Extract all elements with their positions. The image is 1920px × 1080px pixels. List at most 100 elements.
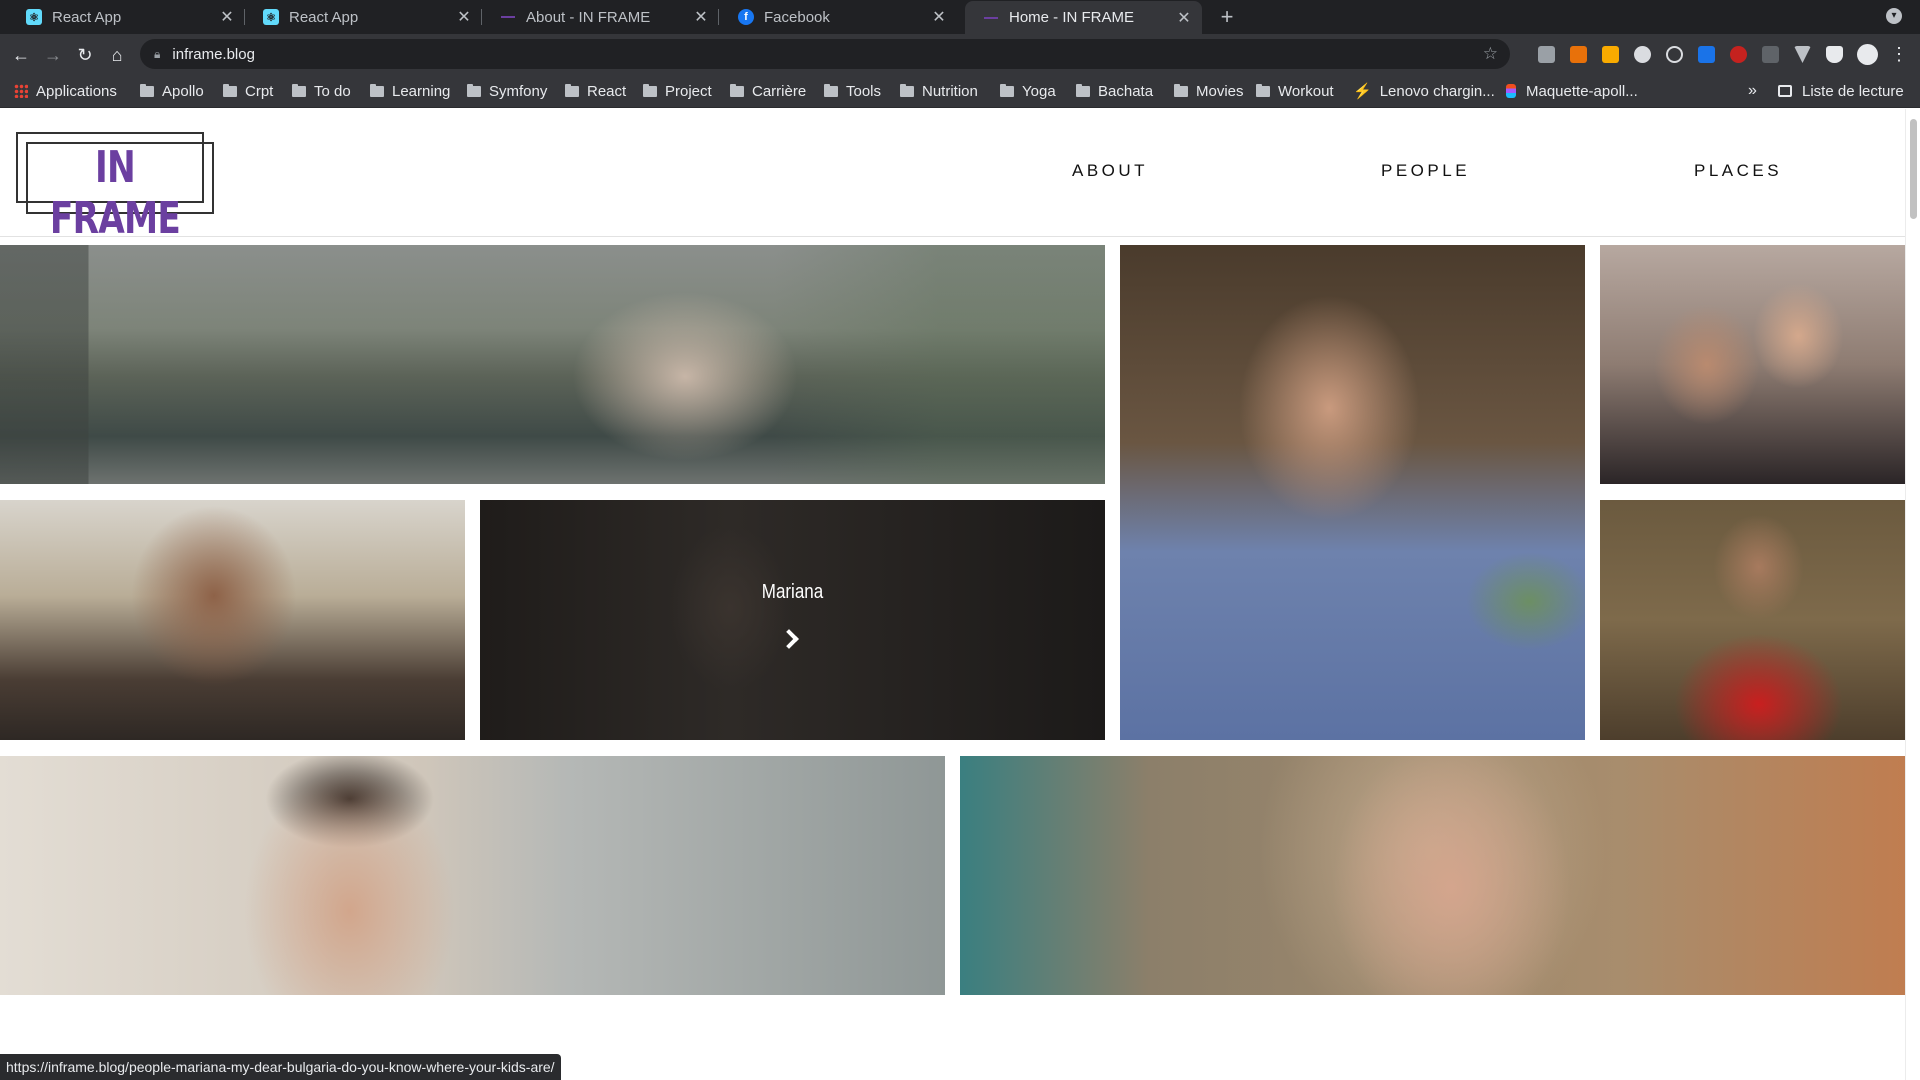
figma-icon — [1506, 84, 1516, 98]
photo-tile-man-portrait[interactable] — [0, 756, 945, 995]
bookmark-label: Workout — [1278, 82, 1334, 100]
photo-tile-mariana[interactable]: Mariana — [480, 500, 1105, 740]
logo-text: IN FRAME — [49, 142, 181, 244]
folder-icon — [140, 83, 154, 97]
bookmark-label: Learning — [392, 82, 451, 100]
folder-icon — [223, 83, 237, 97]
lock-icon[interactable]: 🔒︎ — [154, 47, 160, 62]
extension-icon[interactable] — [1762, 46, 1779, 63]
tab-facebook[interactable]: f Facebook ✕ — [720, 0, 957, 34]
tab-search-icon[interactable]: ▾ — [1886, 8, 1902, 24]
bookmark-folder[interactable]: Symfony — [467, 74, 547, 108]
tab-about-inframe[interactable]: About - IN FRAME ✕ — [482, 0, 719, 34]
folder-icon — [1174, 83, 1188, 97]
close-icon[interactable]: ✕ — [1176, 8, 1192, 28]
bookmark-lenovo[interactable]: ⚡ Lenovo chargin... — [1353, 74, 1495, 108]
lightning-icon: ⚡ — [1353, 83, 1372, 100]
browser-toolbar: ← → ↻ ⌂ 🔒︎ inframe.blog ☆ ⋮ — [0, 34, 1920, 74]
tab-home-inframe[interactable]: Home - IN FRAME ✕ — [965, 1, 1202, 34]
bookmark-folder[interactable]: Yoga — [1000, 74, 1056, 108]
bookmark-label: React — [587, 82, 627, 100]
bookmark-label: Apollo — [162, 82, 204, 100]
inframe-icon — [983, 10, 999, 26]
more-bookmarks-button[interactable]: » — [1748, 74, 1757, 108]
url-text[interactable]: inframe.blog — [172, 46, 255, 63]
forward-icon[interactable]: → — [40, 42, 66, 68]
bookmark-label: Yoga — [1022, 82, 1056, 100]
home-icon[interactable]: ⌂ — [104, 42, 130, 68]
extension-icon[interactable] — [1634, 46, 1651, 63]
extension-icon[interactable] — [1602, 46, 1619, 63]
photo-tile-woman-looking-up[interactable] — [0, 500, 465, 740]
folder-icon — [824, 83, 838, 97]
bookmark-folder[interactable]: Workout — [1256, 74, 1334, 108]
back-icon[interactable]: ← — [8, 42, 34, 68]
nav-about[interactable]: ABOUT — [1072, 161, 1148, 181]
bookmark-folder[interactable]: Movies — [1174, 74, 1244, 108]
bookmark-folder[interactable]: React — [565, 74, 626, 108]
nav-places[interactable]: PLACES — [1694, 161, 1782, 181]
tab-title: About - IN FRAME — [526, 8, 651, 26]
extension-icon[interactable] — [1666, 46, 1683, 63]
tab-react-app-1[interactable]: ⚛ React App ✕ — [8, 0, 245, 34]
folder-icon — [1000, 83, 1014, 97]
bookmark-label: Lenovo chargin... — [1379, 82, 1495, 100]
chevron-right-icon[interactable] — [779, 629, 799, 649]
folder-icon — [467, 83, 481, 97]
bookmark-maquette[interactable]: Maquette-apoll... — [1506, 74, 1638, 108]
nav-people[interactable]: PEOPLE — [1381, 161, 1470, 181]
address-bar[interactable]: 🔒︎ inframe.blog ☆ — [140, 39, 1510, 69]
close-icon[interactable]: ✕ — [456, 7, 472, 27]
vue-devtools-icon[interactable] — [1794, 46, 1811, 63]
close-icon[interactable]: ✕ — [931, 7, 947, 27]
close-icon[interactable]: ✕ — [219, 7, 235, 27]
bookmark-label: Movies — [1196, 82, 1244, 100]
facebook-icon: f — [738, 9, 754, 25]
bookmark-label: Carrière — [752, 82, 807, 100]
tab-react-app-2[interactable]: ⚛ React App ✕ — [245, 0, 482, 34]
bookmark-folder[interactable]: Apollo — [140, 74, 204, 108]
bookmark-folder[interactable]: Tools — [824, 74, 881, 108]
page-scrollbar[interactable] — [1905, 109, 1920, 1080]
bookmark-folder[interactable]: Learning — [370, 74, 450, 108]
photo-tile-blonde-woman[interactable] — [960, 756, 1905, 995]
photo-tile-couple-dancing[interactable] — [0, 245, 1105, 484]
scrollbar-thumb[interactable] — [1910, 119, 1917, 219]
tab-title: Home - IN FRAME — [1009, 9, 1135, 26]
new-tab-button[interactable]: + — [1214, 3, 1240, 31]
profile-avatar-icon[interactable] — [1857, 44, 1878, 65]
bookmark-label: To do — [314, 82, 351, 100]
reload-icon[interactable]: ↻ — [72, 42, 98, 68]
ublock-icon[interactable] — [1730, 46, 1747, 63]
bookmark-applications[interactable]: Applications — [14, 74, 117, 108]
bookmark-star-icon[interactable]: ☆ — [1483, 44, 1498, 64]
reading-list-icon — [1778, 85, 1792, 97]
site-logo[interactable]: IN FRAME — [16, 132, 214, 244]
bookmark-folder[interactable]: Carrière — [730, 74, 806, 108]
close-icon[interactable]: ✕ — [693, 7, 709, 27]
folder-icon — [1076, 83, 1090, 97]
bookmark-folder[interactable]: Project — [643, 74, 712, 108]
bookmark-folder[interactable]: Nutrition — [900, 74, 978, 108]
bookmark-label: Applications — [36, 82, 117, 100]
folder-icon — [370, 83, 384, 97]
metamask-icon[interactable] — [1570, 46, 1587, 63]
reading-list-button[interactable]: Liste de lecture — [1778, 74, 1904, 108]
photo-tile-man-red-shirt[interactable] — [1600, 500, 1905, 740]
extension-icon[interactable] — [1698, 46, 1715, 63]
browser-menu-icon[interactable]: ⋮ — [1890, 44, 1908, 65]
extensions-puzzle-icon[interactable] — [1826, 46, 1843, 63]
folder-icon — [643, 83, 657, 97]
bookmark-folder[interactable]: Bachata — [1076, 74, 1153, 108]
tab-title: React App — [52, 8, 122, 26]
tab-title: Facebook — [764, 8, 830, 26]
bookmark-folder[interactable]: To do — [292, 74, 351, 108]
photo-tile-smiling-man[interactable] — [1120, 245, 1585, 740]
bookmark-label: Nutrition — [922, 82, 978, 100]
tab-title: React App — [289, 8, 359, 26]
bookmark-folder[interactable]: Crpt — [223, 74, 273, 108]
extension-icon[interactable] — [1538, 46, 1555, 63]
bookmark-label: Project — [665, 82, 712, 100]
apps-grid-icon — [14, 84, 28, 98]
photo-tile-two-women[interactable] — [1600, 245, 1905, 484]
